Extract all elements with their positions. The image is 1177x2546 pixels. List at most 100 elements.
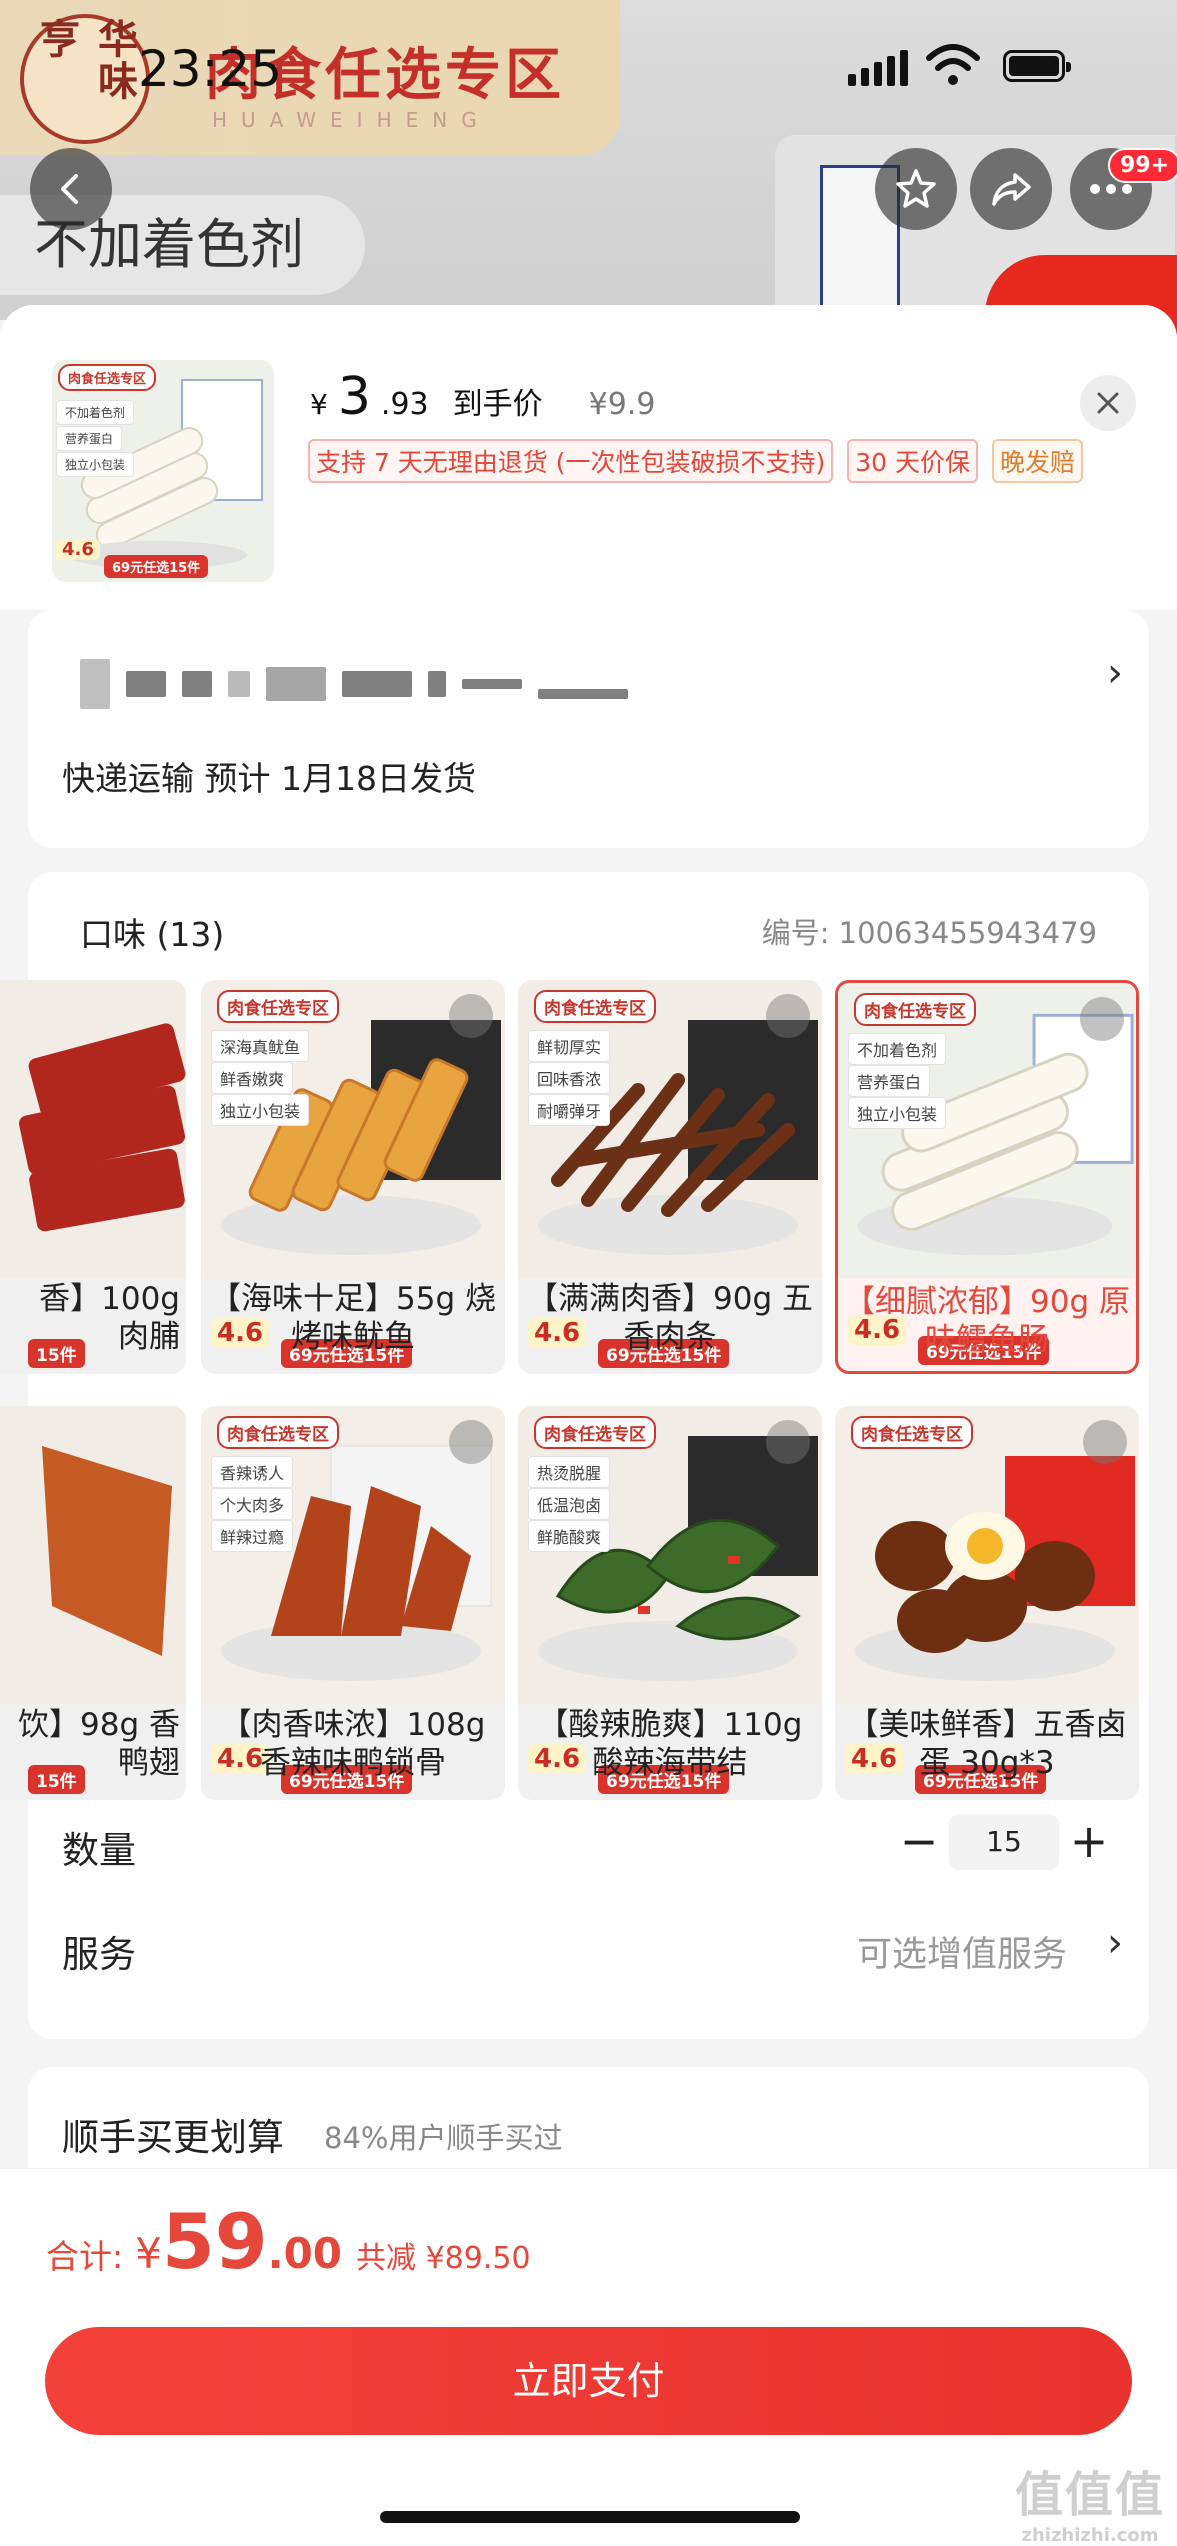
battery-icon <box>1003 50 1071 82</box>
price-decimal: .93 <box>380 387 429 422</box>
flavor-caption: 【肉香味浓】108g 香辣味鸭锁骨 <box>220 1707 486 1781</box>
quantity-stepper: − 15 + <box>889 1812 1119 1872</box>
total-savings: 共减 ¥89.50 <box>356 2241 531 2276</box>
expand-icon[interactable] <box>1083 1420 1127 1464</box>
total-symbol: ¥ <box>135 2229 162 2278</box>
price-label: 到手价 <box>452 387 543 422</box>
flavor-pill: 肉食任选专区 <box>217 990 339 1023</box>
flavor-option[interactable]: 肉食任选专区 热烫脱腥 低温泡卤 鲜脆酸爽 4.6 69元任选15件 【酸辣脆爽… <box>518 1406 822 1800</box>
chevron-left-icon <box>61 174 78 204</box>
watermark-main: 值值值 <box>1014 2467 1165 2523</box>
flavor-pill: 肉食任选专区 <box>854 993 976 1026</box>
addon-subtitle: 84%用户顺手买过 <box>324 2121 563 2155</box>
watermark: 值值值 zhizhizhi.com <box>1015 2455 1165 2546</box>
flavor-option[interactable]: 肉食任选专区 香辣诱人 个大肉多 鲜辣过瘾 4.6 69元任选15件 【肉香味浓… <box>201 1406 505 1800</box>
total-decimal: .00 <box>267 2229 343 2278</box>
price-row: ¥3 .93 到手价 ¥9.9 <box>310 367 655 427</box>
share-icon <box>992 173 1031 206</box>
thumb-rating: 4.6 <box>56 539 100 560</box>
wifi-icon <box>926 44 980 85</box>
increase-button[interactable]: + <box>1059 1812 1119 1872</box>
product-header: 肉食任选专区 不加着色剂 营养蛋白 独立小包装 4.6 69元任选15件 ¥3.… <box>0 305 1177 610</box>
price-integer: 3 <box>337 367 371 427</box>
thumb-pill: 肉食任选专区 <box>58 364 157 391</box>
total-price: 合计: ¥ 59 .00 共减 ¥89.50 <box>46 2197 531 2286</box>
flavor-feature: 鲜香嫩爽 <box>211 1062 294 1094</box>
flavor-option[interactable]: 15件 香】100g 肉脯 <box>0 980 186 1374</box>
flavor-caption: 【细腻浓郁】90g 原味鳕鱼肠 <box>844 1284 1130 1358</box>
expand-icon[interactable] <box>449 1420 493 1464</box>
flavor-option[interactable]: 肉食任选专区 鲜韧厚实 回味香浓 耐嚼弹牙 4.6 69元任选15件 【满满肉香… <box>518 980 822 1374</box>
price-symbol: ¥ <box>310 388 328 421</box>
close-icon <box>1097 392 1119 414</box>
flavor-option-selected[interactable]: 肉食任选专区 不加着色剂 营养蛋白 独立小包装 4.6 69元任选15件 【细腻… <box>835 980 1139 1374</box>
back-button[interactable] <box>30 148 112 230</box>
jerky-image <box>0 980 186 1278</box>
star-icon <box>896 169 936 208</box>
flavor-feature: 香辣诱人 <box>211 1456 294 1488</box>
expand-icon[interactable] <box>766 994 810 1038</box>
flavor-feature: 热烫脱腥 <box>528 1456 611 1488</box>
signal-icon <box>848 48 908 86</box>
flavor-pill: 肉食任选专区 <box>534 990 656 1023</box>
quantity-value[interactable]: 15 <box>949 1814 1059 1870</box>
notification-badge: 99+ <box>1108 148 1177 183</box>
thumb-promo: 69元任选15件 <box>104 555 209 578</box>
flavor-feature: 鲜辣过瘾 <box>211 1520 294 1552</box>
flavor-caption: 【海味十足】55g 烧烤味鱿鱼 <box>210 1281 496 1355</box>
chevron-right-icon: › <box>1107 650 1123 696</box>
chevron-right-icon[interactable]: › <box>1107 1920 1123 1966</box>
sku-number: 编号: 10063455943479 <box>761 916 1097 950</box>
close-button[interactable] <box>1080 375 1136 431</box>
flavor-caption: 【酸辣脆爽】110g 酸辣海带结 <box>537 1707 803 1781</box>
flavor-title: 口味 (13) <box>80 915 225 954</box>
expand-icon[interactable] <box>1080 997 1124 1041</box>
flavor-option[interactable]: 肉食任选专区 深海真鱿鱼 鲜香嫩爽 独立小包装 4.6 69元任选15件 【海味… <box>201 980 505 1374</box>
flavor-feature: 耐嚼弹牙 <box>528 1094 611 1126</box>
late-delivery-tag: 晚发赔 <box>992 439 1084 483</box>
flavor-feature: 低温泡卤 <box>528 1488 611 1520</box>
flavor-pill: 肉食任选专区 <box>851 1416 973 1449</box>
flavor-card: 口味 (13) 编号: 10063455943479 15件 香】100g 肉脯… <box>0 872 1149 2039</box>
flavor-feature: 回味香浓 <box>528 1062 611 1094</box>
flavor-caption: 香】100g 肉脯 <box>39 1281 180 1355</box>
share-button[interactable] <box>970 148 1052 230</box>
thumb-feature: 营养蛋白 <box>56 426 123 451</box>
duck-wing-image <box>0 1406 186 1704</box>
total-integer: 59 <box>161 2197 268 2286</box>
service-value[interactable]: 可选增值服务 <box>857 1926 1067 1977</box>
home-indicator[interactable] <box>380 2511 800 2523</box>
decrease-button[interactable]: − <box>889 1812 949 1872</box>
thumb-feature: 不加着色剂 <box>56 400 135 425</box>
watermark-sub: zhizhizhi.com <box>1021 2525 1159 2546</box>
checkout-footer: 合计: ¥ 59 .00 共减 ¥89.50 立即支付 <box>0 2168 1177 2546</box>
flavor-feature: 营养蛋白 <box>848 1065 931 1097</box>
flavor-caption: 饮】98g 香 鸭翅 <box>18 1707 180 1781</box>
address-redacted <box>80 659 628 709</box>
flavor-feature: 个大肉多 <box>211 1488 294 1520</box>
flavor-feature: 鲜韧厚实 <box>528 1030 611 1062</box>
favorite-button[interactable] <box>875 148 957 230</box>
flavor-feature: 独立小包装 <box>848 1097 947 1129</box>
expand-icon[interactable] <box>766 1420 810 1464</box>
service-tags: 支持 7 天无理由退货 (一次性包装破损不支持) 30 天价保 晚发赔 <box>308 439 1084 483</box>
more-dots-icon <box>1090 184 1132 194</box>
pay-button[interactable]: 立即支付 <box>45 2327 1132 2435</box>
product-thumbnail[interactable]: 肉食任选专区 不加着色剂 营养蛋白 独立小包装 4.6 69元任选15件 <box>52 360 274 582</box>
flavor-feature: 独立小包装 <box>211 1094 310 1126</box>
address-card[interactable]: › 快递运输 预计 1月18日发货 <box>28 610 1149 848</box>
return-tag: 支持 7 天无理由退货 (一次性包装破损不支持) <box>308 439 834 483</box>
flavor-caption: 【满满肉香】90g 五香肉条 <box>527 1281 813 1355</box>
original-price: ¥9.9 <box>588 387 656 422</box>
flavor-feature: 不加着色剂 <box>848 1033 947 1065</box>
status-time: 23:25 <box>138 40 283 98</box>
service-label: 服务 <box>62 1933 136 1976</box>
flavor-pill: 肉食任选专区 <box>534 1416 656 1449</box>
flavor-feature: 鲜脆酸爽 <box>528 1520 611 1552</box>
expand-icon[interactable] <box>449 994 493 1038</box>
total-label: 合计: <box>46 2237 124 2276</box>
status-bar: 23:25 <box>0 0 1177 140</box>
flavor-caption: 【美味鲜香】五香卤蛋 30g*3 <box>847 1707 1127 1781</box>
flavor-option[interactable]: 15件 饮】98g 香 鸭翅 <box>0 1406 186 1800</box>
flavor-option[interactable]: 肉食任选专区 4.6 69元任选15件 【美味鲜香】五香卤蛋 30g*3 <box>835 1406 1139 1800</box>
